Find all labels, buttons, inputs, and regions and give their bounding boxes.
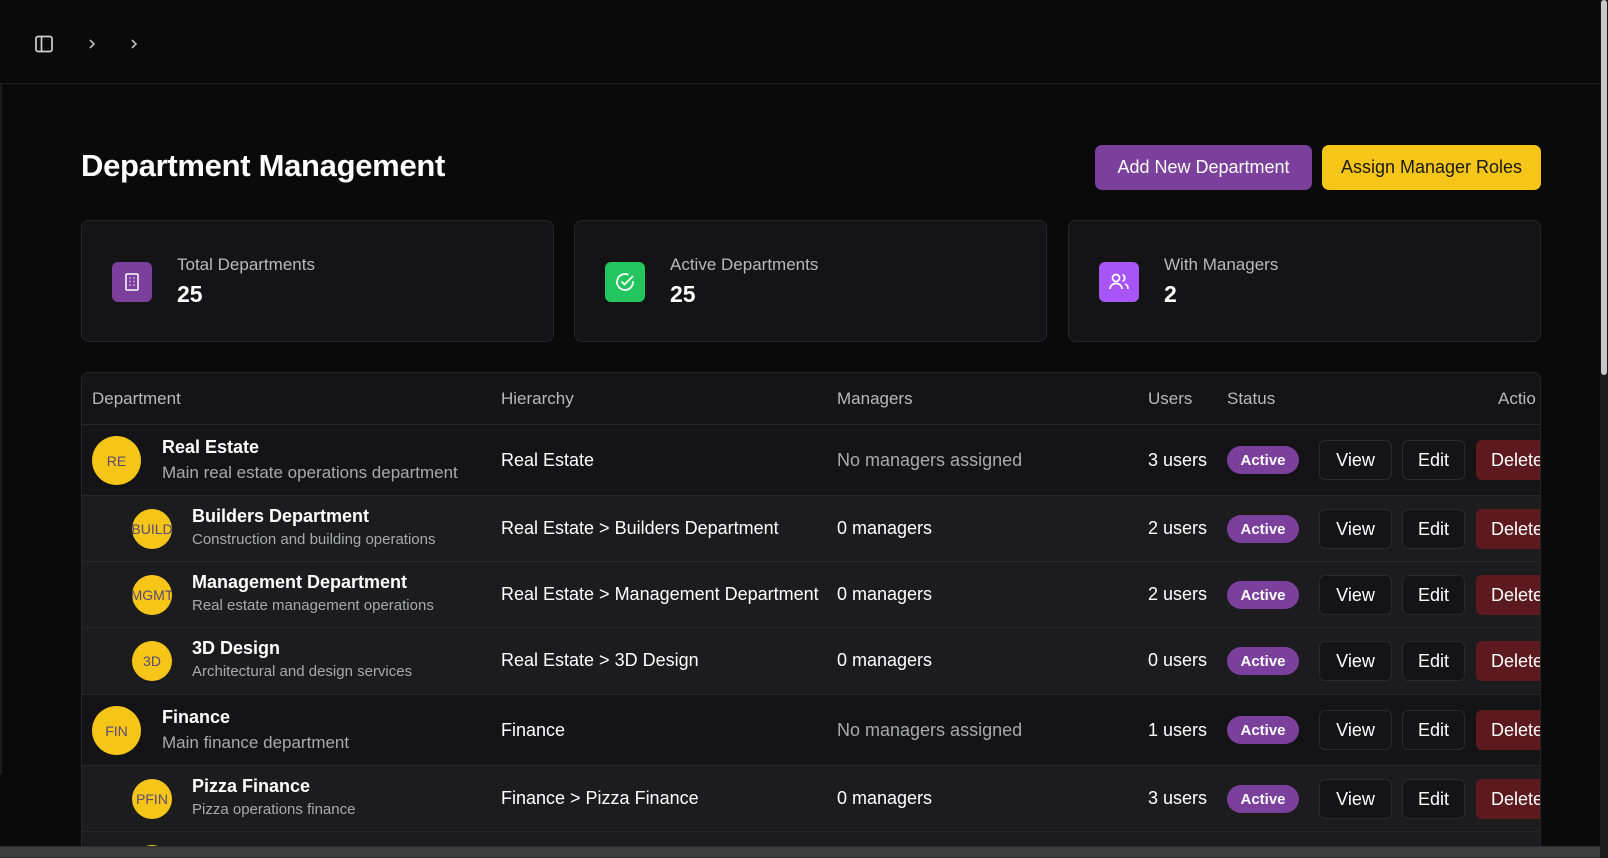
- hierarchy-path: Finance: [501, 720, 566, 740]
- column-header-users[interactable]: Users: [1148, 389, 1192, 409]
- chevron-right-icon: [124, 34, 144, 54]
- delete-button[interactable]: Delete: [1476, 440, 1540, 480]
- building-icon: [112, 262, 152, 302]
- status-badge: Active: [1227, 716, 1299, 744]
- department-name: Management Department: [192, 572, 408, 592]
- department-name: Real Estate: [162, 437, 260, 457]
- column-header-hierarchy[interactable]: Hierarchy: [501, 389, 574, 409]
- page-title: Department Management: [81, 148, 446, 183]
- avatar: BUILD: [132, 509, 172, 549]
- stat-label: Total Departments: [177, 255, 315, 274]
- view-button[interactable]: View: [1319, 575, 1392, 615]
- stat-card-total: Total Departments 25: [81, 220, 554, 342]
- horizontal-scrollbar-thumb[interactable]: [0, 847, 1600, 857]
- hierarchy-path: Real Estate > Builders Department: [501, 518, 779, 538]
- avatar: FIN: [92, 706, 141, 755]
- edit-button[interactable]: Edit: [1402, 440, 1465, 480]
- table-row[interactable]: MGMT Management Department Real estate m…: [82, 562, 1540, 628]
- vertical-scrollbar-thumb[interactable]: [1601, 0, 1607, 375]
- department-name: Finance: [162, 707, 231, 727]
- view-button[interactable]: View: [1319, 509, 1392, 549]
- status-badge: Active: [1227, 581, 1299, 609]
- stat-value: 2: [1164, 281, 1177, 307]
- table-row[interactable]: RE Real Estate Main real estate operatio…: [82, 425, 1540, 496]
- delete-button[interactable]: Delete: [1476, 779, 1540, 819]
- departments-table: Department Hierarchy Managers Users Stat…: [81, 372, 1541, 858]
- table-row[interactable]: FIN Finance Main finance department Fina…: [82, 695, 1540, 766]
- view-button[interactable]: View: [1319, 641, 1392, 681]
- stat-card-active: Active Departments 25: [574, 220, 1047, 342]
- avatar: RE: [92, 436, 141, 485]
- avatar: 3D: [132, 641, 172, 681]
- department-description: Main finance department: [162, 733, 350, 752]
- stat-label: With Managers: [1164, 255, 1279, 274]
- managers-text: 0 managers: [837, 518, 933, 538]
- users-count: 3 users: [1148, 450, 1208, 470]
- column-header-managers[interactable]: Managers: [837, 389, 913, 409]
- edit-button[interactable]: Edit: [1402, 710, 1465, 750]
- edit-button[interactable]: Edit: [1402, 641, 1465, 681]
- users-count: 2 users: [1148, 584, 1208, 604]
- department-name: Builders Department: [192, 506, 370, 526]
- sidebar-edge: [0, 84, 2, 774]
- department-name: 3D Design: [192, 638, 281, 658]
- stat-label: Active Departments: [670, 255, 819, 274]
- stat-card-managers: With Managers 2: [1068, 220, 1541, 342]
- sidebar-toggle-icon[interactable]: [34, 34, 54, 54]
- table-row[interactable]: 3D 3D Design Architectural and design se…: [82, 628, 1540, 695]
- status-badge: Active: [1227, 785, 1299, 813]
- table-row[interactable]: PFIN Pizza Finance Pizza operations fina…: [82, 766, 1540, 832]
- avatar: MGMT: [132, 575, 172, 615]
- managers-text: 0 managers: [837, 584, 933, 604]
- column-header-actions: Actio: [1498, 389, 1536, 408]
- users-count: 2 users: [1148, 518, 1208, 538]
- hierarchy-path: Real Estate > Management Department: [501, 584, 819, 604]
- avatar: PFIN: [132, 779, 172, 819]
- managers-text: No managers assigned: [837, 450, 1023, 470]
- assign-manager-roles-button[interactable]: Assign Manager Roles: [1322, 145, 1541, 190]
- department-name: Pizza Finance: [192, 776, 311, 796]
- delete-button[interactable]: Delete: [1476, 509, 1540, 549]
- hierarchy-path: Finance > Pizza Finance: [501, 788, 699, 808]
- managers-text: 0 managers: [837, 788, 933, 808]
- stat-value: 25: [177, 281, 203, 307]
- department-description: Pizza operations finance: [192, 801, 356, 818]
- edit-button[interactable]: Edit: [1402, 509, 1465, 549]
- stat-value: 25: [670, 281, 696, 307]
- department-description: Real estate management operations: [192, 597, 434, 614]
- department-description: Main real estate operations department: [162, 463, 458, 482]
- department-description: Architectural and design services: [192, 663, 413, 680]
- delete-button[interactable]: Delete: [1476, 710, 1540, 750]
- column-header-department[interactable]: Department: [92, 389, 181, 409]
- edit-button[interactable]: Edit: [1402, 575, 1465, 615]
- department-description: Construction and building operations: [192, 531, 436, 548]
- managers-text: No managers assigned: [837, 720, 1023, 740]
- users-count: 0 users: [1148, 650, 1208, 670]
- users-icon: [1099, 262, 1139, 302]
- delete-button[interactable]: Delete: [1476, 641, 1540, 681]
- users-count: 3 users: [1148, 788, 1208, 808]
- status-badge: Active: [1227, 515, 1299, 543]
- chevron-right-icon: [82, 34, 102, 54]
- status-badge: Active: [1227, 446, 1299, 474]
- column-header-status[interactable]: Status: [1227, 389, 1275, 409]
- hierarchy-path: Real Estate: [501, 450, 595, 470]
- delete-button[interactable]: Delete: [1476, 575, 1540, 615]
- view-button[interactable]: View: [1319, 779, 1392, 819]
- edit-button[interactable]: Edit: [1402, 779, 1465, 819]
- table-row[interactable]: BUILD Builders Department Construction a…: [82, 496, 1540, 562]
- hierarchy-path: Real Estate > 3D Design: [501, 650, 699, 670]
- users-count: 1 users: [1148, 720, 1208, 740]
- check-circle-icon: [605, 262, 645, 302]
- managers-text: 0 managers: [837, 650, 933, 670]
- view-button[interactable]: View: [1319, 710, 1392, 750]
- top-bar: [0, 0, 1600, 84]
- status-badge: Active: [1227, 647, 1299, 675]
- add-department-button[interactable]: Add New Department: [1095, 145, 1312, 190]
- view-button[interactable]: View: [1319, 440, 1392, 480]
